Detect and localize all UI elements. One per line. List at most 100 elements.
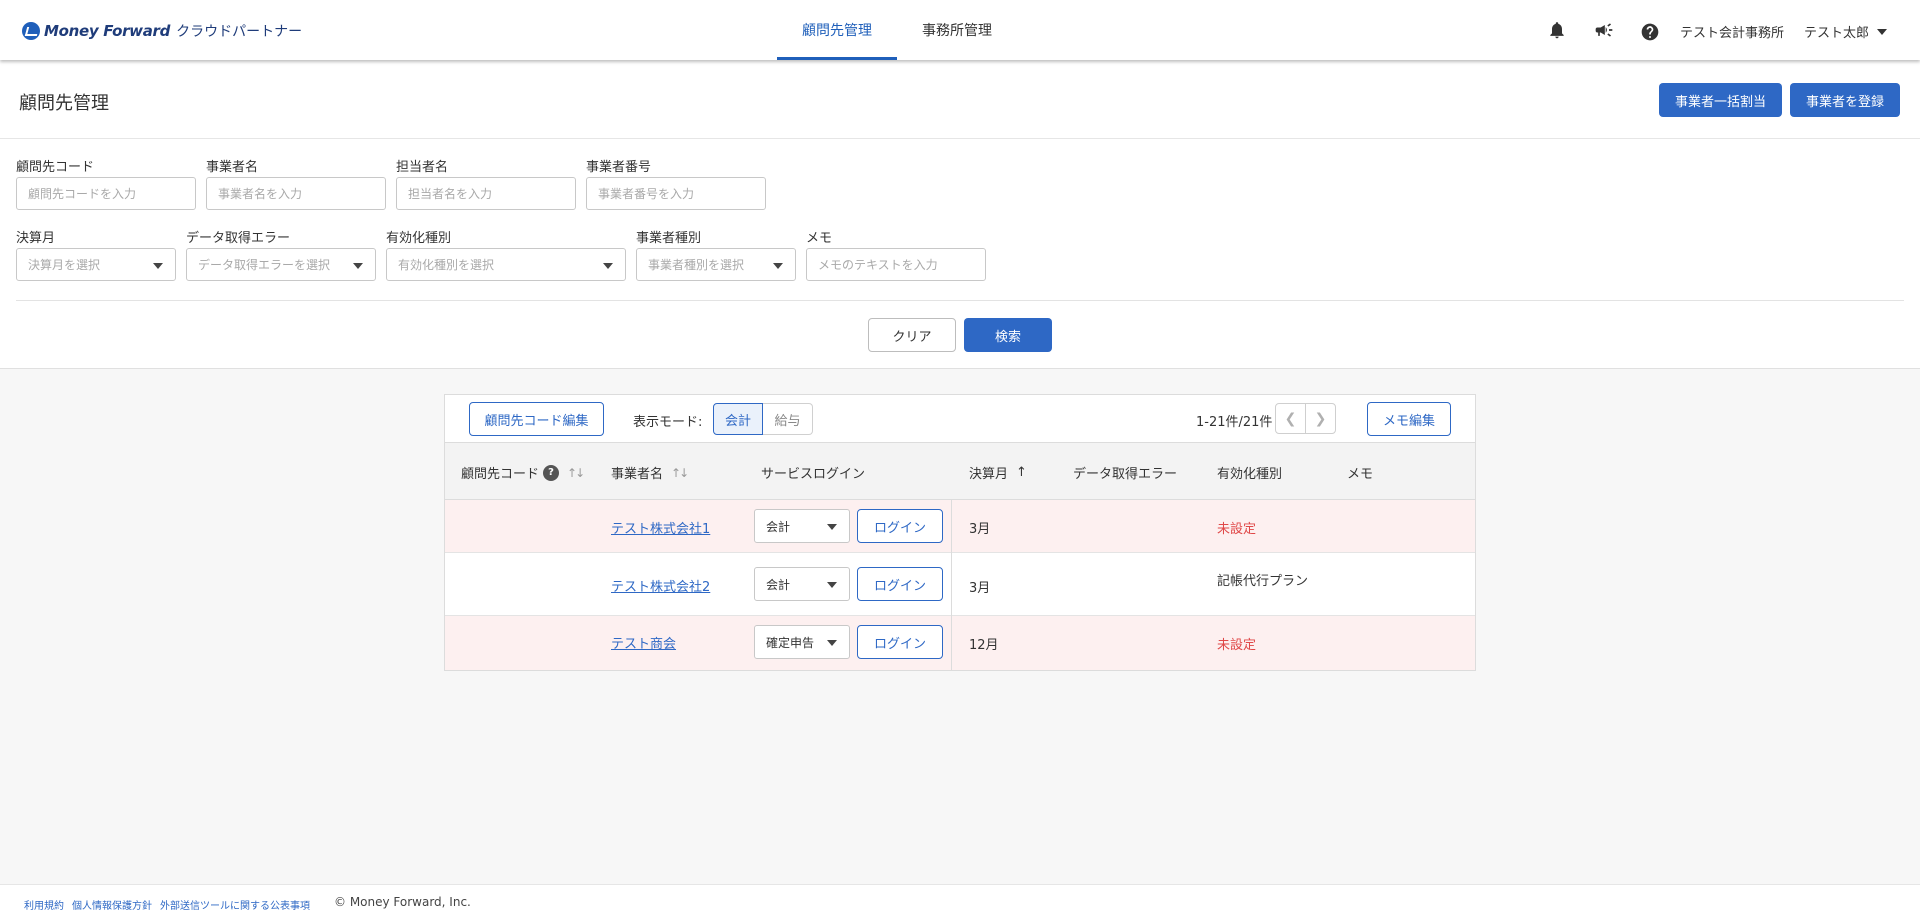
client-code-label: 顧問先コード bbox=[16, 160, 95, 175]
col-business-name-label: 事業者名 bbox=[611, 467, 664, 482]
chevron-down-icon bbox=[827, 582, 837, 588]
external-tools-link[interactable]: 外部送信ツールに関する公表事項 bbox=[160, 897, 310, 912]
divider bbox=[951, 500, 952, 553]
business-name-label: 事業者名 bbox=[206, 160, 259, 175]
clear-button[interactable]: クリア bbox=[868, 318, 956, 352]
chevron-left-icon: ❮ bbox=[1284, 410, 1297, 427]
terms-link[interactable]: 利用規約 bbox=[24, 897, 64, 912]
data-error-select[interactable]: データ取得エラーを選択 bbox=[186, 248, 376, 281]
chevron-down-icon bbox=[827, 640, 837, 646]
page-title: 顧問先管理 bbox=[19, 93, 109, 114]
divider bbox=[951, 616, 952, 670]
activation-type-placeholder: 有効化種別を選択 bbox=[398, 258, 495, 272]
col-client-code[interactable]: 顧問先コード ? ↑↓ bbox=[461, 463, 585, 482]
service-select[interactable]: 会計 bbox=[754, 509, 850, 543]
bell-icon[interactable] bbox=[1545, 18, 1569, 42]
mode-accounting-button[interactable]: 会計 bbox=[713, 403, 763, 435]
table-row: テスト株式会社2 会計 ログイン 3月 記帳代行プラン bbox=[445, 553, 1475, 616]
sort-ascending-icon[interactable]: ↑ bbox=[1016, 465, 1027, 480]
divider bbox=[951, 553, 952, 616]
memo-edit-button[interactable]: メモ編集 bbox=[1367, 402, 1451, 436]
col-data-error: データ取得エラー bbox=[1073, 467, 1178, 482]
user-name: テスト太郎 bbox=[1804, 26, 1870, 41]
service-select-value: 会計 bbox=[766, 519, 791, 534]
login-button[interactable]: ログイン bbox=[857, 509, 943, 543]
staff-name-input[interactable] bbox=[396, 177, 576, 210]
client-table-panel: 顧問先コード編集 表示モード: 会計 給与 1-21件/21件 ❮ ❯ メモ編集… bbox=[444, 394, 1476, 671]
memo-input[interactable] bbox=[806, 248, 986, 281]
chevron-down-icon bbox=[773, 263, 783, 269]
closing-month-cell: 12月 bbox=[969, 638, 999, 653]
business-number-input[interactable] bbox=[586, 177, 766, 210]
pagination-range: 1-21件/21件 bbox=[1196, 415, 1273, 430]
logo-brand: Money Forward bbox=[44, 22, 171, 40]
bulk-assign-button[interactable]: 事業者一括割当 bbox=[1659, 83, 1782, 117]
closing-month-select[interactable]: 決算月を選択 bbox=[16, 248, 176, 281]
office-name: テスト会計事務所 bbox=[1680, 26, 1785, 41]
divider bbox=[0, 138, 1920, 139]
help-icon[interactable]: ? bbox=[543, 464, 560, 481]
prev-page-button[interactable]: ❮ bbox=[1275, 403, 1306, 434]
megaphone-icon[interactable] bbox=[1592, 18, 1616, 42]
next-page-button[interactable]: ❯ bbox=[1305, 403, 1336, 434]
service-select-value: 確定申告 bbox=[766, 635, 815, 650]
table-header: 顧問先コード ? ↑↓ 事業者名 ↑↓ サービスログイン 決算月 ↑ データ取得… bbox=[445, 443, 1475, 500]
nav-tab-client-management[interactable]: 顧問先管理 bbox=[777, 0, 897, 60]
chevron-down-icon bbox=[827, 524, 837, 530]
business-name-link[interactable]: テスト商会 bbox=[611, 633, 676, 652]
nav-tab-office-management[interactable]: 事務所管理 bbox=[897, 0, 1017, 60]
sort-icon[interactable]: ↑↓ bbox=[671, 466, 689, 480]
data-error-label: データ取得エラー bbox=[186, 231, 291, 246]
col-closing-month[interactable]: 決算月 ↑ bbox=[969, 463, 1027, 482]
login-button[interactable]: ログイン bbox=[857, 567, 943, 601]
service-select[interactable]: 会計 bbox=[754, 567, 850, 601]
table-row: テスト株式会社1 会計 ログイン 3月 未設定 bbox=[445, 500, 1475, 553]
col-business-name[interactable]: 事業者名 ↑↓ bbox=[611, 463, 689, 483]
activation-type-cell: 未設定 bbox=[1217, 522, 1257, 537]
chevron-right-icon: ❯ bbox=[1314, 410, 1327, 427]
business-type-placeholder: 事業者種別を選択 bbox=[648, 258, 745, 272]
logo[interactable]: Money Forward クラウドパートナー bbox=[22, 20, 302, 42]
chevron-down-icon bbox=[603, 263, 613, 269]
activation-type-cell: 記帳代行プラン bbox=[1217, 574, 1309, 589]
staff-name-label: 担当者名 bbox=[396, 160, 449, 175]
col-activation-type: 有効化種別 bbox=[1217, 467, 1283, 482]
client-code-input[interactable] bbox=[16, 177, 196, 210]
service-select-value: 会計 bbox=[766, 577, 791, 592]
closing-month-label: 決算月 bbox=[16, 231, 56, 246]
user-menu[interactable]: テスト太郎 bbox=[1804, 22, 1888, 41]
mode-payroll-button[interactable]: 給与 bbox=[763, 403, 813, 435]
business-name-link[interactable]: テスト株式会社2 bbox=[611, 576, 710, 595]
service-select[interactable]: 確定申告 bbox=[754, 625, 850, 659]
divider bbox=[16, 300, 1904, 301]
closing-month-placeholder: 決算月を選択 bbox=[28, 258, 101, 272]
privacy-policy-link[interactable]: 個人情報保護方針 bbox=[72, 897, 152, 912]
copyright: © Money Forward, Inc. bbox=[334, 895, 471, 909]
closing-month-cell: 3月 bbox=[969, 522, 991, 537]
data-error-placeholder: データ取得エラーを選択 bbox=[198, 258, 331, 272]
business-type-label: 事業者種別 bbox=[636, 231, 702, 246]
col-client-code-label: 顧問先コード bbox=[461, 467, 540, 482]
footer: 利用規約 個人情報保護方針 外部送信ツールに関する公表事項 © Money Fo… bbox=[0, 884, 1920, 919]
edit-client-code-button[interactable]: 顧問先コード編集 bbox=[469, 402, 604, 436]
logo-product: クラウドパートナー bbox=[176, 24, 303, 40]
table-toolbar: 顧問先コード編集 表示モード: 会計 給与 1-21件/21件 ❮ ❯ メモ編集 bbox=[445, 395, 1475, 443]
memo-label: メモ bbox=[806, 231, 833, 246]
activation-type-select[interactable]: 有効化種別を選択 bbox=[386, 248, 626, 281]
business-type-select[interactable]: 事業者種別を選択 bbox=[636, 248, 796, 281]
login-button[interactable]: ログイン bbox=[857, 625, 943, 659]
sort-icon[interactable]: ↑↓ bbox=[567, 466, 585, 480]
business-name-link[interactable]: テスト株式会社1 bbox=[611, 518, 710, 537]
business-name-input[interactable] bbox=[206, 177, 386, 210]
chevron-down-icon bbox=[1877, 28, 1888, 35]
chevron-down-icon bbox=[353, 263, 363, 269]
closing-month-cell: 3月 bbox=[969, 581, 991, 596]
activation-type-label: 有効化種別 bbox=[386, 231, 452, 246]
col-closing-month-label: 決算月 bbox=[969, 467, 1009, 482]
search-button[interactable]: 検索 bbox=[964, 318, 1052, 352]
col-service-login: サービスログイン bbox=[761, 467, 866, 482]
business-number-label: 事業者番号 bbox=[586, 160, 652, 175]
register-business-button[interactable]: 事業者を登録 bbox=[1790, 83, 1900, 117]
help-icon[interactable] bbox=[1638, 20, 1662, 44]
filter-section: 顧問先管理 事業者一括割当 事業者を登録 顧問先コード 事業者名 担当者名 事業… bbox=[0, 60, 1920, 369]
